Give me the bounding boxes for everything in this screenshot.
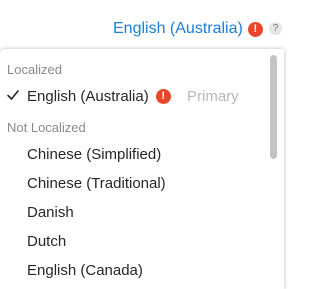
- menu-item-danish[interactable]: Danish: [0, 198, 262, 227]
- checkmark-icon: [7, 90, 19, 100]
- language-dropdown-menu: Localized English (Australia) ! Primary …: [0, 49, 284, 289]
- menu-item-chinese-traditional[interactable]: Chinese (Traditional): [0, 169, 262, 198]
- menu-item-chinese-simplified[interactable]: Chinese (Simplified): [0, 140, 262, 169]
- menu-item-label: Chinese (Traditional): [27, 175, 166, 192]
- warning-icon: !: [247, 21, 263, 37]
- menu-item-english-australia[interactable]: English (Australia) ! Primary: [0, 82, 262, 111]
- scrollbar-thumb[interactable]: [270, 55, 277, 159]
- menu-item-english-canada[interactable]: English (Canada): [0, 256, 262, 285]
- not-localized-section-header: Not Localized: [7, 120, 86, 135]
- localized-section-header: Localized: [7, 62, 62, 77]
- primary-tag: Primary: [187, 88, 239, 105]
- menu-item-label: English (Canada): [27, 262, 143, 279]
- menu-item-label: Danish: [27, 204, 74, 221]
- menu-item-label: English (Australia): [27, 88, 149, 105]
- menu-item-label: Dutch: [27, 233, 67, 250]
- top-bar: English (Australia) ! ?: [0, 0, 292, 50]
- menu-item-dutch[interactable]: Dutch: [0, 227, 262, 256]
- warning-icon: !: [155, 89, 171, 104]
- current-language-label: English (Australia): [113, 20, 243, 37]
- language-selector-button[interactable]: English (Australia) !: [113, 19, 281, 39]
- help-icon[interactable]: ?: [269, 22, 282, 35]
- menu-item-label: Chinese (Simplified): [27, 146, 162, 163]
